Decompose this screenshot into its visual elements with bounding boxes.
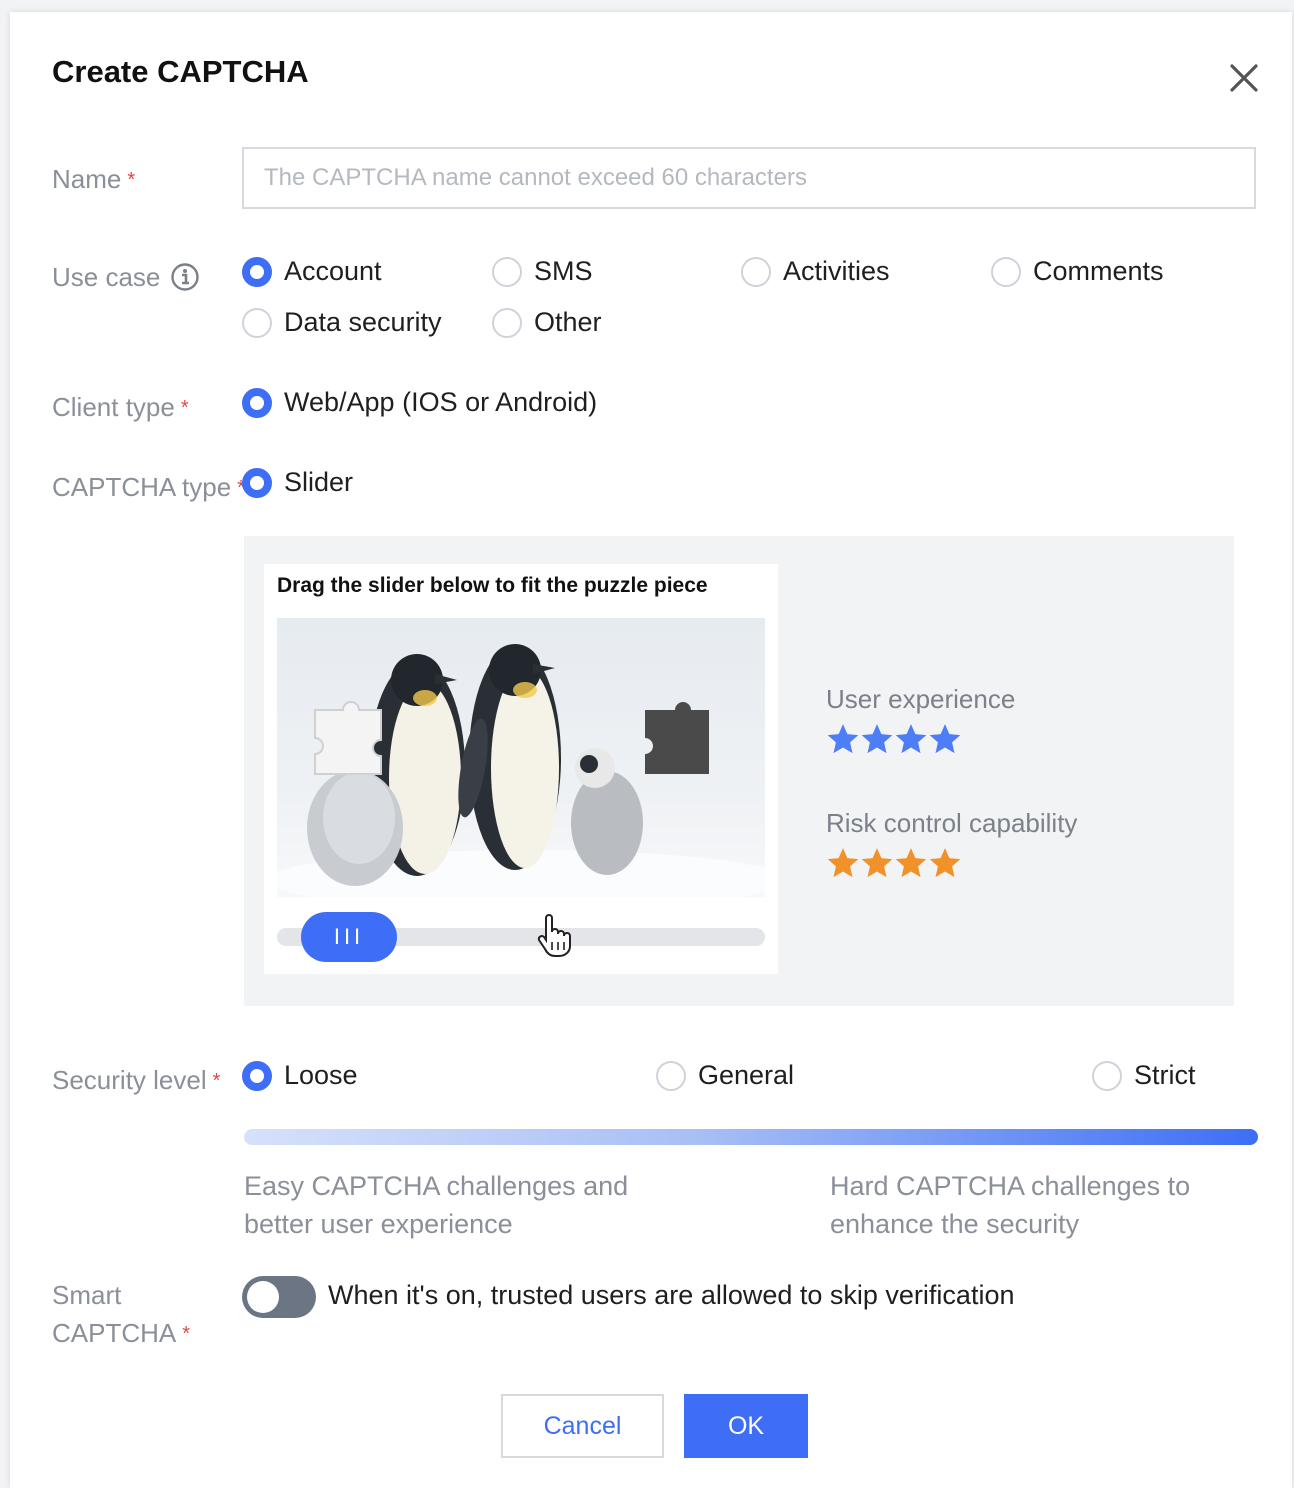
- option-label: Strict: [1134, 1060, 1196, 1090]
- use-case-option-account[interactable]: Account: [242, 256, 382, 287]
- smart-captcha-label: Smart CAPTCHA *: [52, 1276, 190, 1353]
- security-level-option-general[interactable]: General: [656, 1060, 794, 1091]
- name-label: Name *: [52, 160, 135, 199]
- radio-icon: [492, 307, 522, 338]
- name-label-text: Name: [52, 164, 122, 194]
- option-label: SMS: [534, 256, 593, 286]
- star-icon: [895, 848, 927, 878]
- radio-selected-icon: [242, 467, 272, 498]
- option-label: Slider: [284, 467, 354, 497]
- star-icon: [861, 724, 893, 754]
- use-case-option-sms[interactable]: SMS: [492, 256, 593, 287]
- required-mark: *: [127, 169, 136, 191]
- risk-control-label: Risk control capability: [826, 808, 1078, 838]
- option-label: Loose: [284, 1060, 358, 1090]
- slider-captcha-example: Drag the slider below to fit the puzzle …: [264, 564, 778, 974]
- use-case-option-activities[interactable]: Activities: [741, 256, 890, 287]
- penguin-photo: [277, 618, 765, 897]
- captcha-type-label-text: CAPTCHA type: [52, 472, 232, 502]
- option-label: General: [698, 1060, 795, 1090]
- close-icon[interactable]: [1226, 60, 1262, 96]
- radio-icon: [1092, 1060, 1122, 1091]
- star-icon: [929, 724, 961, 754]
- client-type-label-text: Client type: [52, 392, 175, 422]
- option-label: Data security: [284, 307, 442, 337]
- captcha-instruction: Drag the slider below to fit the puzzle …: [277, 574, 708, 597]
- security-level-gradient-bar: [244, 1129, 1258, 1145]
- radio-icon: [656, 1060, 686, 1091]
- ok-button[interactable]: OK: [684, 1394, 808, 1458]
- use-case-option-comments[interactable]: Comments: [991, 256, 1164, 287]
- star-icon: [827, 848, 859, 878]
- use-case-option-other[interactable]: Other: [492, 307, 602, 338]
- client-type-label: Client type *: [52, 388, 189, 427]
- radio-selected-icon: [242, 256, 272, 287]
- security-level-option-strict[interactable]: Strict: [1092, 1060, 1196, 1091]
- radio-selected-icon: [242, 387, 272, 418]
- security-level-label: Security level *: [52, 1061, 220, 1100]
- star-icon: [895, 724, 927, 754]
- required-mark: *: [212, 1070, 221, 1092]
- smart-captcha-label-line1: Smart: [52, 1280, 122, 1310]
- smart-captcha-label-line2: CAPTCHA: [52, 1318, 177, 1348]
- use-case-label: Use case: [52, 258, 200, 302]
- required-mark: *: [182, 1323, 191, 1345]
- toggle-knob: [247, 1281, 279, 1313]
- captcha-type-label: CAPTCHA type *: [52, 468, 245, 507]
- create-captcha-dialog: Create CAPTCHA Name* Use case Account SM…: [10, 12, 1292, 1488]
- info-icon[interactable]: [170, 262, 200, 302]
- star-icon: [929, 848, 961, 878]
- use-case-option-data-security[interactable]: Data security: [242, 307, 442, 338]
- required-mark: *: [180, 397, 189, 419]
- risk-control-rating: [826, 846, 962, 880]
- hand-pointer-icon: [534, 914, 574, 963]
- name-input[interactable]: [242, 147, 1256, 209]
- radio-icon: [242, 307, 272, 338]
- user-experience-label: User experience: [826, 684, 1016, 714]
- option-label: Other: [534, 307, 602, 337]
- smart-captcha-description: When it's on, trusted users are allowed …: [328, 1280, 1015, 1310]
- easy-challenge-description: Easy CAPTCHA challenges and better user …: [244, 1171, 629, 1239]
- radio-icon: [492, 256, 522, 287]
- security-level-option-loose[interactable]: Loose: [242, 1060, 358, 1091]
- cancel-button[interactable]: Cancel: [501, 1394, 664, 1458]
- user-experience-rating: [826, 722, 962, 756]
- dialog-title: Create CAPTCHA: [52, 54, 309, 89]
- option-label: Comments: [1033, 256, 1164, 286]
- client-type-option-web-app[interactable]: Web/App (IOS or Android): [242, 387, 597, 418]
- hard-challenge-description: Hard CAPTCHA challenges to enhance the s…: [830, 1171, 1191, 1239]
- captcha-type-option-slider[interactable]: Slider: [242, 467, 353, 498]
- smart-captcha-toggle[interactable]: [242, 1276, 316, 1318]
- security-level-label-text: Security level: [52, 1065, 207, 1095]
- radio-icon: [991, 256, 1021, 287]
- star-icon: [827, 724, 859, 754]
- option-label: Account: [284, 256, 382, 286]
- slider-handle[interactable]: III: [301, 912, 397, 962]
- use-case-label-text: Use case: [52, 262, 161, 292]
- star-icon: [861, 848, 893, 878]
- option-label: Activities: [783, 256, 890, 286]
- option-label: Web/App (IOS or Android): [284, 387, 598, 417]
- radio-selected-icon: [242, 1060, 272, 1091]
- radio-icon: [741, 256, 771, 287]
- captcha-preview-panel: Drag the slider below to fit the puzzle …: [244, 536, 1234, 1006]
